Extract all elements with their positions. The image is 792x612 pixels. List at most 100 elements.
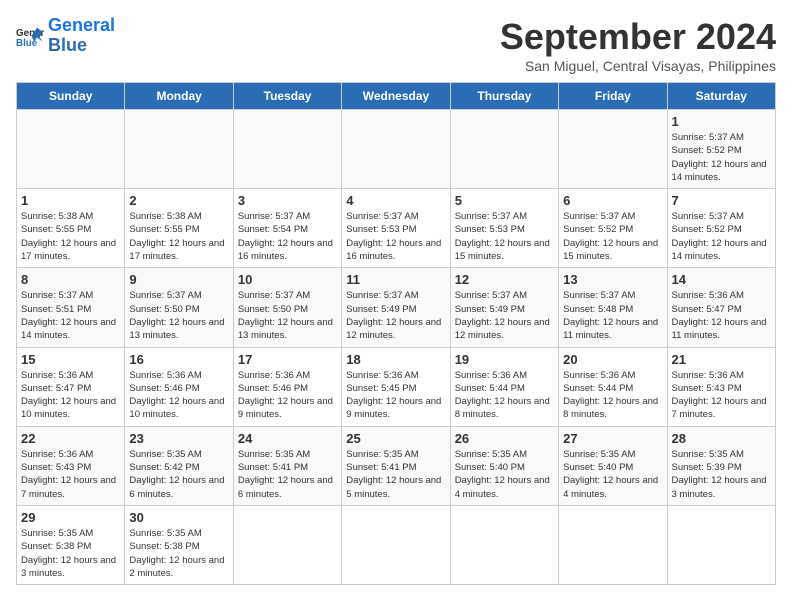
day-number: 19 xyxy=(455,352,554,367)
calendar-cell: 19 Sunrise: 5:36 AM Sunset: 5:44 PM Dayl… xyxy=(450,347,558,426)
day-number: 21 xyxy=(672,352,771,367)
location-subtitle: San Miguel, Central Visayas, Philippines xyxy=(500,58,776,74)
calendar-cell: 21 Sunrise: 5:36 AM Sunset: 5:43 PM Dayl… xyxy=(667,347,775,426)
day-number: 27 xyxy=(563,431,662,446)
logo-general: General xyxy=(48,16,115,36)
calendar-cell: 6 Sunrise: 5:37 AM Sunset: 5:52 PM Dayli… xyxy=(559,189,667,268)
week-row-2: 1 Sunrise: 5:38 AM Sunset: 5:55 PM Dayli… xyxy=(17,189,776,268)
calendar-cell xyxy=(233,110,341,189)
day-info: Sunrise: 5:36 AM Sunset: 5:47 PM Dayligh… xyxy=(21,369,120,422)
calendar-cell: 10 Sunrise: 5:37 AM Sunset: 5:50 PM Dayl… xyxy=(233,268,341,347)
calendar-cell: 22 Sunrise: 5:36 AM Sunset: 5:43 PM Dayl… xyxy=(17,426,125,505)
calendar-cell: 1 Sunrise: 5:38 AM Sunset: 5:55 PM Dayli… xyxy=(17,189,125,268)
calendar-cell xyxy=(342,110,450,189)
day-number: 11 xyxy=(346,272,445,287)
day-number: 20 xyxy=(563,352,662,367)
day-info: Sunrise: 5:37 AM Sunset: 5:48 PM Dayligh… xyxy=(563,289,662,342)
day-header-tuesday: Tuesday xyxy=(233,83,341,110)
day-info: Sunrise: 5:38 AM Sunset: 5:55 PM Dayligh… xyxy=(129,210,228,263)
calendar-cell: 5 Sunrise: 5:37 AM Sunset: 5:53 PM Dayli… xyxy=(450,189,558,268)
day-info: Sunrise: 5:35 AM Sunset: 5:38 PM Dayligh… xyxy=(129,527,228,580)
day-number: 10 xyxy=(238,272,337,287)
day-info: Sunrise: 5:36 AM Sunset: 5:43 PM Dayligh… xyxy=(21,448,120,501)
week-row-4: 15 Sunrise: 5:36 AM Sunset: 5:47 PM Dayl… xyxy=(17,347,776,426)
day-number: 16 xyxy=(129,352,228,367)
calendar-cell: 13 Sunrise: 5:37 AM Sunset: 5:48 PM Dayl… xyxy=(559,268,667,347)
logo-icon: General Blue xyxy=(16,22,44,50)
day-info: Sunrise: 5:37 AM Sunset: 5:50 PM Dayligh… xyxy=(238,289,337,342)
day-header-friday: Friday xyxy=(559,83,667,110)
day-number: 23 xyxy=(129,431,228,446)
calendar-table: SundayMondayTuesdayWednesdayThursdayFrid… xyxy=(16,82,776,585)
day-number: 1 xyxy=(21,193,120,208)
week-row-6: 29 Sunrise: 5:35 AM Sunset: 5:38 PM Dayl… xyxy=(17,505,776,584)
calendar-cell: 14 Sunrise: 5:36 AM Sunset: 5:47 PM Dayl… xyxy=(667,268,775,347)
day-info: Sunrise: 5:35 AM Sunset: 5:40 PM Dayligh… xyxy=(455,448,554,501)
day-number: 30 xyxy=(129,510,228,525)
calendar-cell xyxy=(125,110,233,189)
day-number: 17 xyxy=(238,352,337,367)
calendar-cell: 1 Sunrise: 5:37 AM Sunset: 5:52 PM Dayli… xyxy=(667,110,775,189)
day-info: Sunrise: 5:35 AM Sunset: 5:42 PM Dayligh… xyxy=(129,448,228,501)
day-header-sunday: Sunday xyxy=(17,83,125,110)
day-number: 28 xyxy=(672,431,771,446)
calendar-cell: 26 Sunrise: 5:35 AM Sunset: 5:40 PM Dayl… xyxy=(450,426,558,505)
day-info: Sunrise: 5:36 AM Sunset: 5:45 PM Dayligh… xyxy=(346,369,445,422)
day-info: Sunrise: 5:35 AM Sunset: 5:40 PM Dayligh… xyxy=(563,448,662,501)
calendar-cell: 29 Sunrise: 5:35 AM Sunset: 5:38 PM Dayl… xyxy=(17,505,125,584)
day-number: 7 xyxy=(672,193,771,208)
day-info: Sunrise: 5:37 AM Sunset: 5:49 PM Dayligh… xyxy=(455,289,554,342)
title-area: September 2024 San Miguel, Central Visay… xyxy=(500,16,776,74)
logo-blue: Blue xyxy=(48,36,115,56)
calendar-cell: 23 Sunrise: 5:35 AM Sunset: 5:42 PM Dayl… xyxy=(125,426,233,505)
calendar-cell: 28 Sunrise: 5:35 AM Sunset: 5:39 PM Dayl… xyxy=(667,426,775,505)
calendar-cell xyxy=(559,110,667,189)
month-title: September 2024 xyxy=(500,16,776,58)
calendar-cell: 18 Sunrise: 5:36 AM Sunset: 5:45 PM Dayl… xyxy=(342,347,450,426)
day-info: Sunrise: 5:36 AM Sunset: 5:46 PM Dayligh… xyxy=(129,369,228,422)
calendar-cell: 3 Sunrise: 5:37 AM Sunset: 5:54 PM Dayli… xyxy=(233,189,341,268)
day-info: Sunrise: 5:38 AM Sunset: 5:55 PM Dayligh… xyxy=(21,210,120,263)
calendar-cell: 24 Sunrise: 5:35 AM Sunset: 5:41 PM Dayl… xyxy=(233,426,341,505)
calendar-cell xyxy=(342,505,450,584)
day-info: Sunrise: 5:35 AM Sunset: 5:41 PM Dayligh… xyxy=(346,448,445,501)
day-info: Sunrise: 5:37 AM Sunset: 5:52 PM Dayligh… xyxy=(672,210,771,263)
day-number: 13 xyxy=(563,272,662,287)
calendar-cell xyxy=(667,505,775,584)
day-info: Sunrise: 5:36 AM Sunset: 5:44 PM Dayligh… xyxy=(563,369,662,422)
day-info: Sunrise: 5:37 AM Sunset: 5:51 PM Dayligh… xyxy=(21,289,120,342)
day-info: Sunrise: 5:37 AM Sunset: 5:50 PM Dayligh… xyxy=(129,289,228,342)
day-number: 24 xyxy=(238,431,337,446)
day-number: 9 xyxy=(129,272,228,287)
week-row-5: 22 Sunrise: 5:36 AM Sunset: 5:43 PM Dayl… xyxy=(17,426,776,505)
day-number: 4 xyxy=(346,193,445,208)
day-number: 14 xyxy=(672,272,771,287)
week-row-3: 8 Sunrise: 5:37 AM Sunset: 5:51 PM Dayli… xyxy=(17,268,776,347)
day-number: 1 xyxy=(672,114,771,129)
day-info: Sunrise: 5:35 AM Sunset: 5:39 PM Dayligh… xyxy=(672,448,771,501)
calendar-cell: 2 Sunrise: 5:38 AM Sunset: 5:55 PM Dayli… xyxy=(125,189,233,268)
day-number: 2 xyxy=(129,193,228,208)
week-row-1: 1 Sunrise: 5:37 AM Sunset: 5:52 PM Dayli… xyxy=(17,110,776,189)
calendar-cell: 27 Sunrise: 5:35 AM Sunset: 5:40 PM Dayl… xyxy=(559,426,667,505)
calendar-cell xyxy=(17,110,125,189)
calendar-cell: 25 Sunrise: 5:35 AM Sunset: 5:41 PM Dayl… xyxy=(342,426,450,505)
calendar-cell xyxy=(450,110,558,189)
calendar-cell: 7 Sunrise: 5:37 AM Sunset: 5:52 PM Dayli… xyxy=(667,189,775,268)
day-header-saturday: Saturday xyxy=(667,83,775,110)
day-info: Sunrise: 5:37 AM Sunset: 5:52 PM Dayligh… xyxy=(563,210,662,263)
day-info: Sunrise: 5:36 AM Sunset: 5:44 PM Dayligh… xyxy=(455,369,554,422)
day-info: Sunrise: 5:36 AM Sunset: 5:46 PM Dayligh… xyxy=(238,369,337,422)
day-number: 15 xyxy=(21,352,120,367)
day-header-wednesday: Wednesday xyxy=(342,83,450,110)
header: General Blue General Blue September 2024… xyxy=(16,16,776,74)
calendar-cell: 15 Sunrise: 5:36 AM Sunset: 5:47 PM Dayl… xyxy=(17,347,125,426)
calendar-cell: 4 Sunrise: 5:37 AM Sunset: 5:53 PM Dayli… xyxy=(342,189,450,268)
day-number: 6 xyxy=(563,193,662,208)
day-info: Sunrise: 5:36 AM Sunset: 5:43 PM Dayligh… xyxy=(672,369,771,422)
calendar-cell: 16 Sunrise: 5:36 AM Sunset: 5:46 PM Dayl… xyxy=(125,347,233,426)
calendar-cell: 8 Sunrise: 5:37 AM Sunset: 5:51 PM Dayli… xyxy=(17,268,125,347)
calendar-cell xyxy=(559,505,667,584)
day-header-monday: Monday xyxy=(125,83,233,110)
day-number: 3 xyxy=(238,193,337,208)
